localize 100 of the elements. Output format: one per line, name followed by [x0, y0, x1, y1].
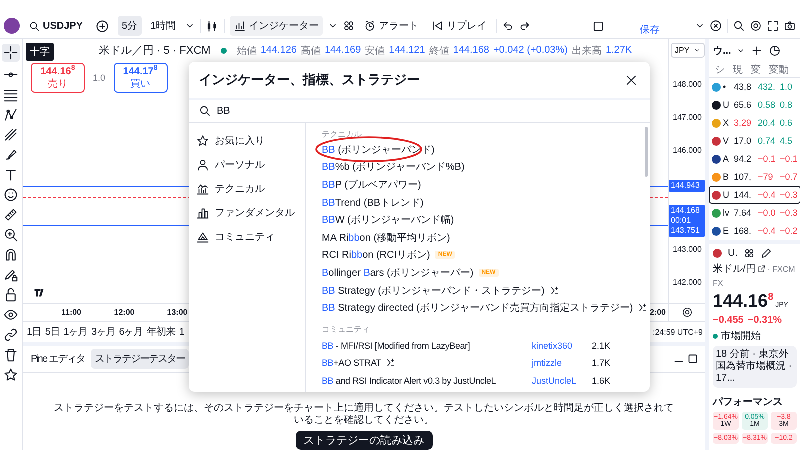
indicator-name[interactable]: BB and RSI Indicator Alert v0.3 by JustUncleL: [322, 376, 496, 386]
trash-icon[interactable]: [4, 348, 18, 362]
indicator-name[interactable]: BB+AO STRAT: [322, 358, 382, 368]
redo-icon[interactable]: [519, 20, 532, 32]
category-item[interactable]: コミュニティ: [189, 227, 305, 247]
alert-button[interactable]: アラート: [360, 16, 424, 36]
avatar[interactable]: [4, 18, 20, 34]
pie-chart-icon[interactable]: [769, 45, 782, 57]
lock-icon[interactable]: [4, 288, 18, 302]
ohlc-value: 144.168: [453, 45, 490, 56]
eye-icon[interactable]: [4, 308, 18, 322]
replay-button[interactable]: リプレイ: [428, 16, 492, 36]
column-header[interactable]: シ: [715, 63, 725, 77]
bar-chart-icon: [234, 20, 246, 32]
close-icon: [625, 74, 638, 86]
indicators-button[interactable]: インジケーター: [230, 16, 324, 36]
range-button[interactable]: 1: [179, 326, 184, 338]
indicator-name[interactable]: BBP (ブルベアパワー): [322, 178, 422, 192]
type-label: FX: [713, 279, 724, 288]
indicator-name[interactable]: Bollinger Bars (ボリンジャーバー): [322, 266, 474, 280]
crosshair-tool-button[interactable]: [2, 44, 20, 62]
link-icon[interactable]: [4, 328, 18, 342]
indicator-name[interactable]: BB (ボリンジャーバンド): [322, 142, 435, 157]
magnet-icon[interactable]: [4, 248, 18, 262]
maximize-icon[interactable]: [687, 353, 699, 365]
category-item[interactable]: お気に入り: [189, 131, 305, 151]
indicator-name[interactable]: BBTrend (BBトレンド): [322, 196, 424, 210]
usage-count: 2.1K: [592, 340, 611, 351]
save-label[interactable]: 保存: [640, 23, 660, 37]
zoom-icon[interactable]: [4, 228, 18, 242]
volume-label: 出来高: [572, 44, 602, 58]
smiley-icon[interactable]: [4, 188, 18, 202]
range-button[interactable]: 6ヶ月: [119, 325, 144, 339]
chevron-down-icon[interactable]: [737, 47, 746, 55]
time-tick: 13:00: [166, 308, 189, 317]
indicator-name[interactable]: BB - MFI/RSI [Modified from LazyBear]: [322, 340, 470, 351]
star-icon[interactable]: [4, 368, 18, 382]
symbol-title: 米ドル／円 · 5 · FXCM: [99, 44, 211, 58]
grid-icon[interactable]: [744, 248, 755, 259]
pencil-icon[interactable]: [761, 248, 772, 259]
watchlist-row[interactable]: E 168. −0.4 −0.2: [709, 222, 800, 240]
grid-icon[interactable]: [343, 20, 356, 32]
indicator-name[interactable]: MA Ribbon (移動平均リボン): [322, 230, 450, 245]
currency-dropdown[interactable]: JPY: [671, 43, 705, 58]
watchlist-row[interactable]: U 65.6 0.58 0.8: [709, 96, 800, 114]
column-header[interactable]: 現: [733, 63, 743, 77]
column-header[interactable]: 変: [751, 63, 761, 77]
price-tick: 142.000: [673, 278, 702, 287]
range-button[interactable]: 5日: [45, 325, 60, 339]
ruler-icon[interactable]: [4, 208, 18, 222]
scrollbar[interactable]: [645, 127, 648, 177]
category-item[interactable]: パーソナル: [189, 155, 305, 175]
watchlist-row[interactable]: A 94.2 −0.1 −0.1: [709, 150, 800, 168]
range-button[interactable]: 1ヶ月: [64, 325, 88, 339]
range-button[interactable]: 3ヶ月: [92, 325, 116, 339]
fullscreen-icon[interactable]: [767, 20, 779, 32]
indicator-name[interactable]: BBW (ボリンジャーバンド幅): [322, 213, 454, 228]
author-link[interactable]: JustUncleL: [532, 376, 577, 386]
news-card[interactable]: 18 分前 · 東京外国為替市場概況 · 17...: [713, 346, 797, 388]
square-icon[interactable]: [592, 20, 605, 32]
author-link[interactable]: jmtizzle: [532, 358, 562, 368]
plus-icon[interactable]: [751, 45, 764, 57]
column-header[interactable]: 変動: [769, 63, 789, 77]
watchlist-row[interactable]: • 43,8 432. 1.0: [709, 78, 800, 96]
brush-icon[interactable]: [4, 148, 18, 162]
sell-button[interactable]: 144.16$^{8}$ 売り: [31, 63, 85, 94]
watchlist-row[interactable]: X 3,29 20.4 0.6: [709, 114, 800, 132]
search-icon[interactable]: [733, 20, 745, 32]
category-item[interactable]: ファンダメンタル: [189, 203, 305, 223]
watchlist-row[interactable]: U 144. −0.4 −0.3: [709, 186, 800, 204]
panel-tab[interactable]: Pine エディタ: [27, 349, 89, 369]
watchlist-row[interactable]: V 17.0 0.74 4.5: [709, 132, 800, 150]
text-icon[interactable]: [4, 168, 18, 182]
camera-icon[interactable]: [784, 20, 796, 32]
watchlist-row[interactable]: B 107, −79 −0.7: [709, 168, 800, 186]
close-icon[interactable]: [710, 20, 722, 32]
indicator-name[interactable]: BB Strategy (ボリンジャーバンド・ストラテジー): [322, 284, 545, 298]
interval-button[interactable]: 1時間: [146, 16, 180, 36]
buy-button[interactable]: 144.17$^{8}$ 買い: [114, 63, 168, 94]
interval-button[interactable]: 5分: [118, 16, 142, 36]
change-value: −0.455: [713, 315, 744, 326]
lines-icon[interactable]: [4, 88, 18, 102]
load-strategy-button[interactable]: ストラテジーの読み込み: [296, 431, 432, 450]
watchlist-title[interactable]: ウ...: [713, 44, 732, 58]
dialog-title: インジケーター、指標、ストラテジー: [199, 71, 420, 89]
symbol-search-button[interactable]: USDJPY: [25, 18, 88, 34]
author-link[interactable]: kinetix360: [532, 340, 573, 351]
pattern-icon[interactable]: [4, 108, 18, 122]
panel-tab[interactable]: ストラテジーテスター: [90, 349, 189, 369]
pencil-lock-icon[interactable]: [4, 268, 18, 282]
indicator-name[interactable]: BB%b (ボリンジャーバンド%B): [322, 160, 465, 174]
indicator-name[interactable]: BB Strategy directed (ボリンジャーバンド売買方向指定ストラテジー): [322, 301, 634, 316]
category-item[interactable]: テクニカル: [189, 179, 305, 199]
range-button[interactable]: 1日: [27, 325, 42, 339]
external-link-icon[interactable]: [758, 265, 766, 273]
search-icon: [199, 105, 211, 117]
undo-icon[interactable]: [502, 20, 514, 32]
range-button[interactable]: 年初来: [147, 325, 176, 339]
indicator-name[interactable]: RCI Ribbon (RCIリボン): [322, 248, 430, 262]
watchlist-row[interactable]: lv 7.64 −0.0 −0.3: [709, 204, 800, 222]
